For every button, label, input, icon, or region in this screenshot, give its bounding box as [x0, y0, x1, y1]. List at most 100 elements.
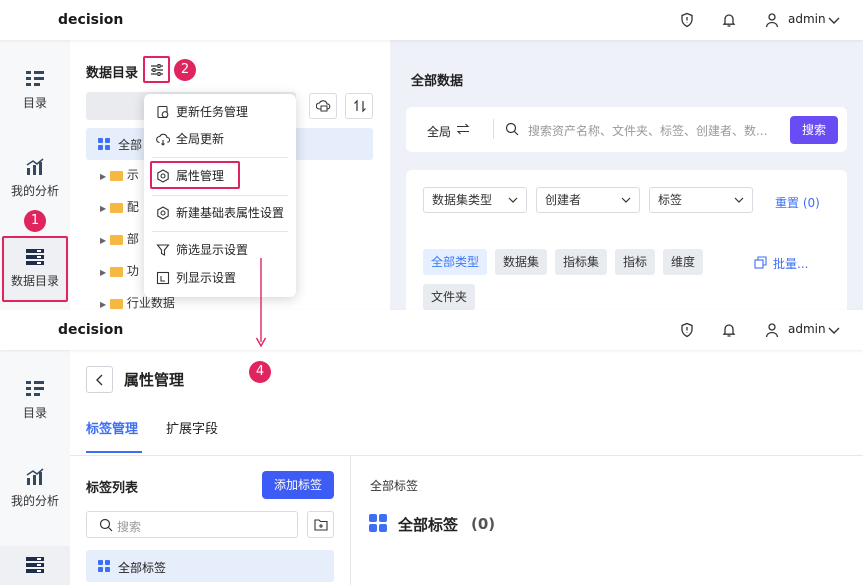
- tag-search-input[interactable]: 搜索: [86, 511, 298, 538]
- back-button[interactable]: [86, 366, 113, 393]
- tab-extended-fields[interactable]: 扩展字段: [166, 418, 218, 437]
- username[interactable]: admin: [788, 322, 826, 336]
- bell-icon[interactable]: [721, 12, 737, 28]
- add-folder-button[interactable]: [307, 511, 334, 538]
- select-value: 数据集类型: [432, 193, 493, 207]
- batch-link[interactable]: 批量...: [773, 255, 808, 272]
- panel-title: 全部数据: [411, 74, 464, 89]
- creator-select[interactable]: 创建者: [536, 187, 640, 213]
- user-icon[interactable]: [764, 12, 780, 28]
- settings-button[interactable]: [143, 56, 170, 83]
- sidebar-label: 目录: [22, 96, 47, 110]
- search-placeholder: 搜索: [117, 520, 142, 534]
- breadcrumb: 全部标签: [370, 479, 419, 493]
- sidebar-item-analysis[interactable]: 我的分析: [0, 158, 70, 199]
- search-button[interactable]: 搜索: [790, 116, 838, 144]
- divider: [493, 119, 494, 139]
- sidebar-item-data-catalog[interactable]: [0, 546, 70, 585]
- tree-folder[interactable]: ▶ 功: [100, 262, 139, 279]
- sidebar-label: 目录: [22, 406, 47, 420]
- caret-right-icon: ▶: [100, 268, 107, 277]
- gear-icon: [157, 206, 169, 220]
- type-chip-metric[interactable]: 指标: [615, 249, 656, 275]
- chevron-left-icon: [96, 374, 103, 386]
- menu-item-label: 筛选显示设置: [176, 243, 249, 257]
- tree-folder-label: 部: [126, 232, 139, 246]
- menu-divider: [152, 157, 288, 158]
- list-icon: [26, 381, 44, 396]
- active-tab-indicator: [86, 451, 142, 453]
- folder-plus-icon: [314, 519, 328, 531]
- menu-divider: [152, 231, 288, 232]
- scope-selector[interactable]: 全局: [427, 123, 451, 140]
- sidebar-item-catalog[interactable]: 目录: [0, 380, 70, 421]
- chevron-down-icon: [621, 197, 631, 203]
- settings-menu: 更新任务管理 全局更新 属性管理 新建基础表属性设置 筛选显示设置 列显示设置: [144, 94, 296, 297]
- dataset-type-select[interactable]: 数据集类型: [423, 187, 527, 213]
- database-icon: [26, 557, 44, 573]
- type-chip-all[interactable]: 全部类型: [423, 249, 488, 275]
- database-icon: [26, 249, 44, 265]
- caret-right-icon: ▶: [100, 300, 107, 309]
- task-refresh-icon: [157, 105, 169, 119]
- grid-icon: [369, 514, 387, 532]
- divider: [350, 456, 351, 585]
- cloud-folder-button[interactable]: [309, 93, 337, 119]
- bell-icon[interactable]: [721, 322, 737, 338]
- type-chip-dimension[interactable]: 维度: [663, 249, 704, 275]
- grid-icon: [98, 138, 110, 150]
- type-chip-metric-set[interactable]: 指标集: [555, 249, 608, 275]
- type-chip-dataset[interactable]: 数据集: [495, 249, 548, 275]
- main-heading: 全部标签: [398, 516, 459, 534]
- folder-icon: [109, 298, 123, 309]
- hex-gear-icon: [157, 169, 169, 183]
- chevron-down-icon: [508, 197, 518, 203]
- bottom-header: decision admin: [0, 310, 863, 350]
- menu-divider: [152, 195, 288, 196]
- add-tag-button[interactable]: 添加标签: [262, 471, 334, 499]
- menu-item-label: 更新任务管理: [176, 105, 249, 119]
- tag-tree-item-all[interactable]: 全部标签: [86, 550, 334, 582]
- tree-folder[interactable]: ▶ 部: [100, 230, 139, 247]
- folder-icon: [109, 202, 123, 213]
- user-icon[interactable]: [764, 322, 780, 338]
- sort-button[interactable]: [345, 93, 373, 119]
- list-icon: [26, 71, 44, 86]
- tree-folder[interactable]: ▶ 配: [100, 198, 139, 215]
- tag-count: (0): [471, 515, 496, 533]
- sidebar-item-analysis[interactable]: 我的分析: [0, 468, 70, 509]
- menu-item-label: 新建基础表属性设置: [176, 206, 285, 220]
- search-card: 全局 搜索资产名称、文件夹、标签、创建者、数... 搜索: [406, 107, 847, 152]
- step-badge-2: 2: [174, 59, 196, 81]
- tree-folder[interactable]: ▶ 示: [100, 166, 139, 183]
- sort-icon: [354, 99, 366, 113]
- columns-icon: [156, 271, 170, 285]
- step-badge-4: 4: [249, 361, 271, 383]
- reset-link[interactable]: 重置 (0): [775, 194, 820, 211]
- caret-right-icon: ▶: [100, 204, 107, 213]
- chevron-down-icon[interactable]: [828, 15, 840, 25]
- tab-tag-management[interactable]: 标签管理: [86, 418, 138, 437]
- caret-right-icon: ▶: [100, 236, 107, 245]
- arrow-down-icon: [255, 258, 267, 348]
- type-chip-folder[interactable]: 文件夹: [423, 284, 476, 310]
- tag-select[interactable]: 标签: [649, 187, 753, 213]
- chart-icon: [26, 158, 44, 175]
- username[interactable]: admin: [788, 12, 826, 26]
- app-logo: decision: [58, 12, 124, 28]
- shield-icon[interactable]: [679, 12, 695, 28]
- shield-icon[interactable]: [679, 322, 695, 338]
- chevron-down-icon[interactable]: [828, 325, 840, 335]
- sidebar-item-catalog[interactable]: 目录: [0, 70, 70, 111]
- folder-icon: [109, 266, 123, 277]
- tree-folder-label: 示: [126, 168, 139, 182]
- folder-icon: [109, 170, 123, 181]
- chart-icon: [26, 468, 44, 485]
- asset-search-input[interactable]: 搜索资产名称、文件夹、标签、创建者、数...: [528, 122, 767, 139]
- sidebar-label: 数据目录: [10, 274, 59, 288]
- sliders-icon: [151, 64, 163, 76]
- sidebar-item-data-catalog-content: 数据目录: [0, 248, 70, 289]
- cloud-folder-icon: [316, 100, 331, 112]
- menu-item-label: 属性管理: [176, 169, 225, 183]
- swap-icon[interactable]: [456, 123, 470, 135]
